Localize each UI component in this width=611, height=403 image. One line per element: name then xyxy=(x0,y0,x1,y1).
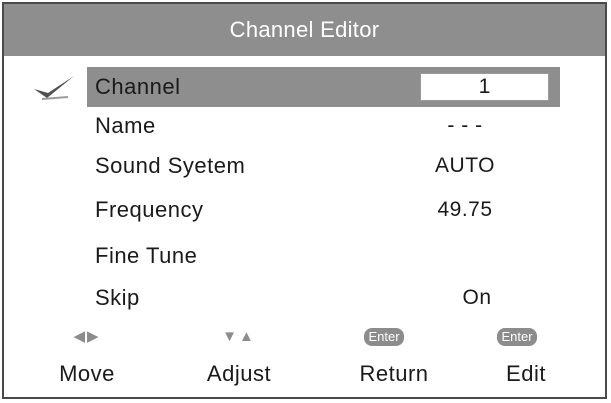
hint-return: Return xyxy=(359,361,429,386)
menu-item-fine-tune[interactable]: Fine Tune xyxy=(4,236,605,276)
menu-item-skip[interactable]: Skip On xyxy=(4,278,605,318)
channel-number-field[interactable]: 1 xyxy=(420,73,549,101)
name-value: - - - xyxy=(447,114,483,137)
menu-item-label: Frequency xyxy=(95,197,204,222)
enter-key-icon: Enter xyxy=(467,326,567,348)
enter-key-label: Enter xyxy=(497,328,537,347)
down-up-arrows-icon: ▼▲ xyxy=(222,328,256,345)
enter-key-icon: Enter xyxy=(334,326,434,348)
menu-item-label: Sound Syetem xyxy=(95,153,246,178)
menu-item-label: Name xyxy=(95,113,156,138)
menu-item-channel[interactable]: Channel 1 xyxy=(4,67,605,107)
left-right-arrows-icon: ◀▶ xyxy=(73,328,101,345)
menu-item-name[interactable]: Name - - - xyxy=(4,106,605,146)
menu-item-label: Fine Tune xyxy=(95,243,198,268)
menu-item-label: Channel xyxy=(95,74,181,99)
menu-item-label: Skip xyxy=(95,285,140,310)
menu-title: Channel Editor xyxy=(4,4,605,56)
menu-item-frequency[interactable]: Frequency 49.75 xyxy=(4,190,605,230)
frequency-value: 49.75 xyxy=(437,198,493,221)
checkmark-icon xyxy=(34,76,74,100)
sound-system-value: AUTO xyxy=(435,154,495,177)
menu-item-sound-system[interactable]: Sound Syetem AUTO xyxy=(4,146,605,186)
hint-edit: Edit xyxy=(506,361,546,386)
fine-tune-value xyxy=(404,236,526,276)
hint-move: Move xyxy=(59,361,115,386)
channel-editor-panel: Channel Editor Channel 1 Name - - - Soun… xyxy=(2,2,607,399)
hint-adjust: Adjust xyxy=(206,361,272,386)
enter-key-label: Enter xyxy=(364,328,404,347)
skip-value: On xyxy=(462,286,492,309)
